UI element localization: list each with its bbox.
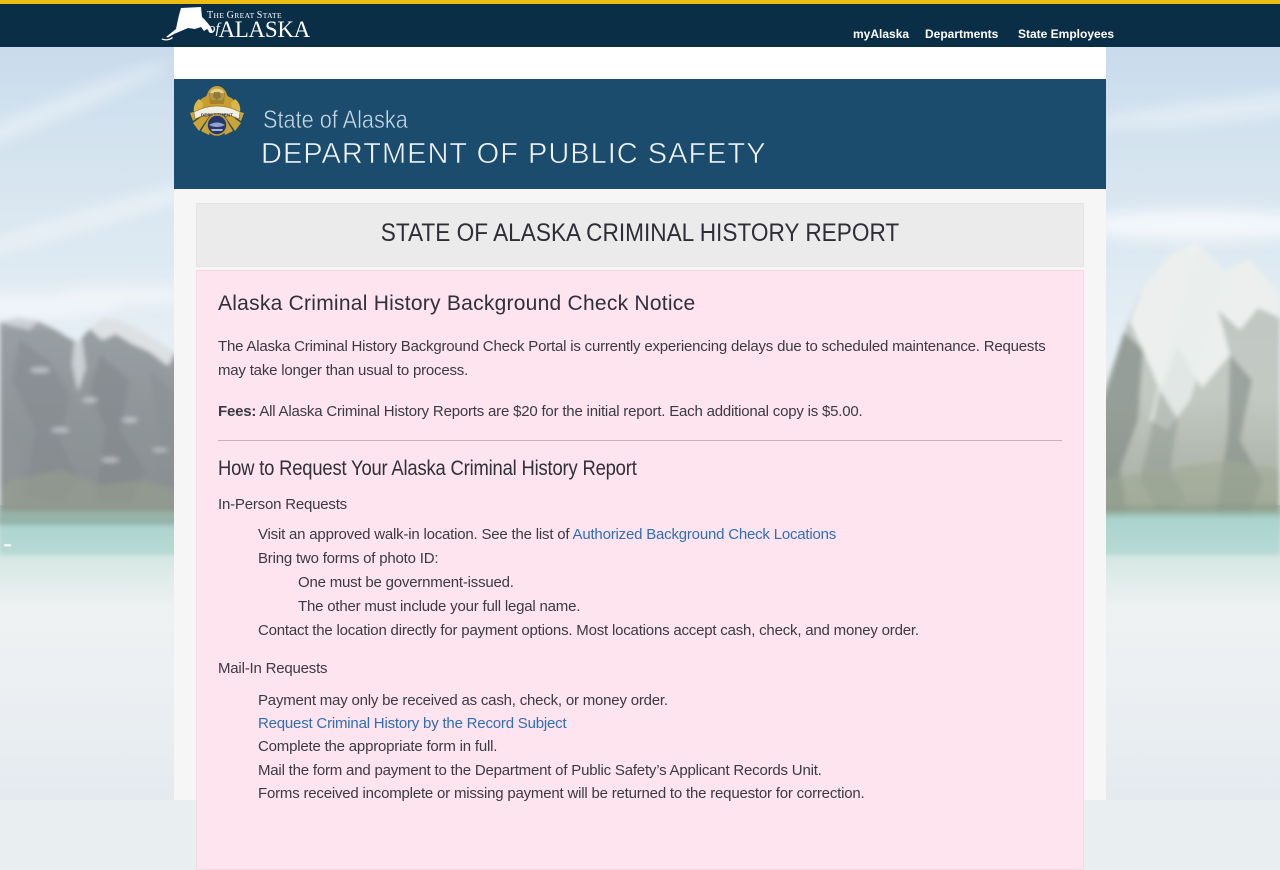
svg-text:ALASKA: ALASKA xyxy=(219,17,311,42)
